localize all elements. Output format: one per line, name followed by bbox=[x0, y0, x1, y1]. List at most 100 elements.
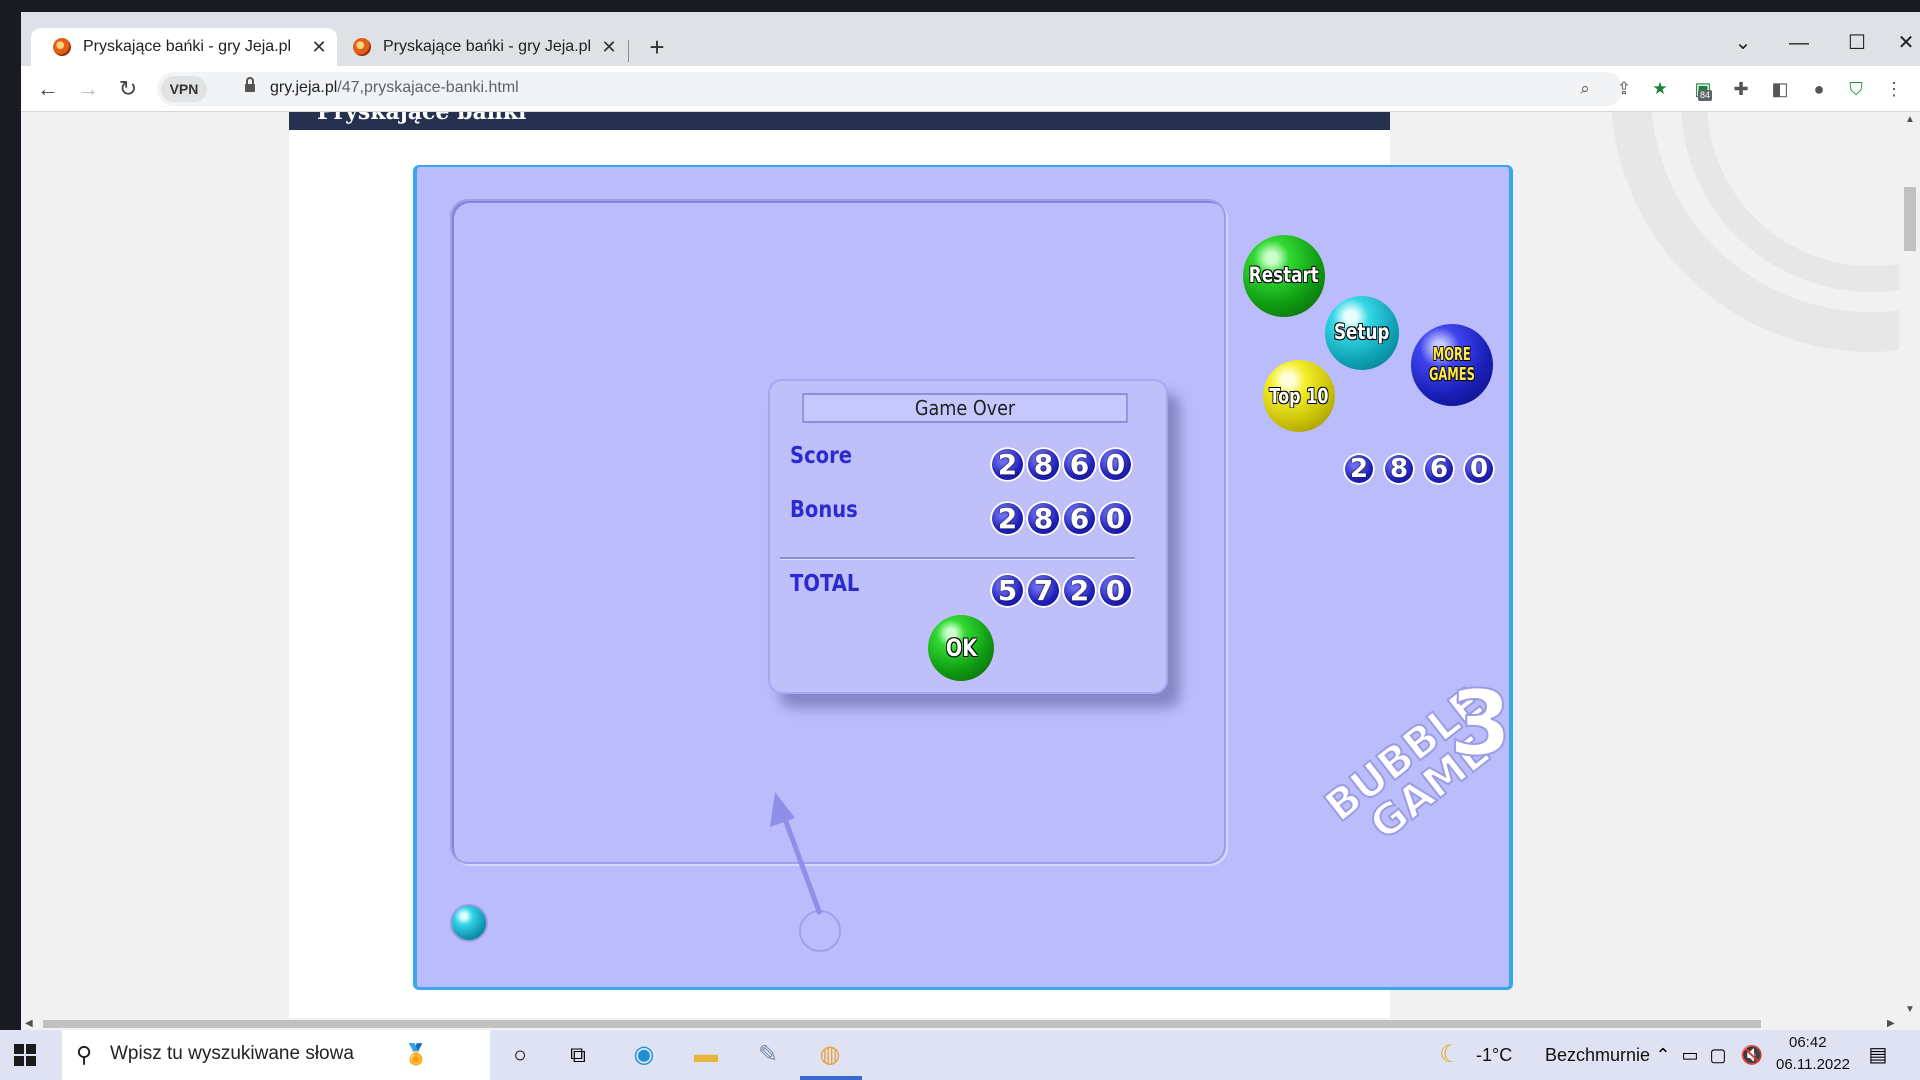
maximize-button[interactable]: ☐ bbox=[1837, 26, 1877, 60]
address-bar[interactable]: VPN gry.jeja.pl/47,pryskajace-banki.html… bbox=[157, 72, 1668, 106]
windows-start-icon[interactable] bbox=[14, 1044, 36, 1066]
share-icon[interactable]: ⇪ bbox=[1612, 77, 1636, 101]
horizontal-scrollbar[interactable]: ◀ ▶ bbox=[21, 1018, 1920, 1030]
weather-moon-icon[interactable]: ☾ bbox=[1432, 1038, 1468, 1072]
logo-number: 3 bbox=[1449, 671, 1509, 776]
digit: 6 bbox=[1423, 453, 1455, 485]
tab-title: Pryskające bańki - gry Jeja.pl bbox=[383, 38, 592, 55]
weather-temperature[interactable]: -1°C bbox=[1476, 1045, 1512, 1066]
volume-muted-icon[interactable]: 🔇 bbox=[1734, 1038, 1770, 1072]
next-bubble bbox=[450, 904, 488, 942]
chrome-browser-icon[interactable]: ◍ bbox=[812, 1038, 848, 1072]
browser-toolbar: ← → ↻ VPN gry.jeja.pl/47,pryskajace-bank… bbox=[21, 66, 1920, 112]
lock-icon[interactable] bbox=[245, 77, 255, 94]
digit: 7 bbox=[1026, 573, 1061, 608]
search-icon: ⚲ bbox=[76, 1042, 93, 1067]
shield-icon[interactable]: ⛉ bbox=[1841, 74, 1871, 104]
ok-label: OK bbox=[945, 633, 977, 662]
url-host: gry.jeja.pl bbox=[270, 79, 338, 96]
vpn-badge[interactable]: VPN bbox=[161, 76, 207, 102]
digit: 8 bbox=[1026, 447, 1061, 482]
menu-kebab-icon[interactable]: ⋮ bbox=[1879, 74, 1909, 104]
url-text[interactable]: gry.jeja.pl/47,pryskajace-banki.html bbox=[270, 79, 519, 97]
more-games-line1: MORE bbox=[1432, 344, 1471, 366]
jeja-favicon-icon bbox=[353, 38, 371, 56]
dialog-title: Game Over bbox=[802, 393, 1128, 423]
vertical-scroll-thumb[interactable] bbox=[1904, 187, 1916, 251]
digit: 5 bbox=[990, 573, 1025, 608]
digit: 8 bbox=[1026, 501, 1061, 536]
tab-search-button[interactable]: ⌄ bbox=[1723, 26, 1763, 60]
digit: 0 bbox=[1098, 501, 1133, 536]
horizontal-scroll-thumb[interactable] bbox=[43, 1020, 1761, 1028]
digit: 2 bbox=[1062, 573, 1097, 608]
back-button[interactable]: ← bbox=[33, 74, 63, 104]
top10-label: Top 10 bbox=[1269, 384, 1329, 408]
browser-window: Pryskające bańki - gry Jeja.pl ✕ Pryskaj… bbox=[21, 12, 1920, 1030]
tab-2[interactable]: Pryskające bańki - gry Jeja.pl ✕ bbox=[331, 28, 627, 66]
digit: 8 bbox=[1383, 453, 1415, 485]
digit: 6 bbox=[1062, 447, 1097, 482]
close-icon[interactable]: ✕ bbox=[309, 37, 329, 57]
edge-browser-icon[interactable]: ◉ bbox=[626, 1038, 662, 1072]
restart-button[interactable]: Restart bbox=[1243, 235, 1325, 317]
windows-taskbar: ⚲ Wpisz tu wyszukiwane słowa 🏅 ○ ⧉ ◉ ▬ ✎… bbox=[0, 1030, 1920, 1080]
notifications-icon[interactable]: ▤ bbox=[1860, 1038, 1896, 1072]
minimize-button[interactable]: — bbox=[1779, 26, 1819, 60]
digit: 2 bbox=[990, 501, 1025, 536]
bookmark-star-icon[interactable]: ★ bbox=[1648, 77, 1672, 101]
close-window-button[interactable]: ✕ bbox=[1893, 26, 1919, 60]
task-view-icon[interactable]: ⧉ bbox=[560, 1038, 596, 1072]
bonus-digits: 2 8 6 0 bbox=[990, 501, 1133, 536]
extension-counter-icon[interactable]: ▣ 84 bbox=[1688, 74, 1718, 104]
extensions-puzzle-icon[interactable]: ✚ bbox=[1726, 74, 1756, 104]
extension-badge: 84 bbox=[1698, 90, 1713, 101]
vertical-scrollbar[interactable]: ▲ ▼ bbox=[1899, 112, 1920, 1018]
scroll-down-icon[interactable]: ▼ bbox=[1905, 1004, 1915, 1015]
tab-1[interactable]: Pryskające bańki - gry Jeja.pl ✕ bbox=[31, 28, 337, 66]
scroll-up-icon[interactable]: ▲ bbox=[1905, 114, 1915, 125]
page-header: Pryskające bańki bbox=[289, 112, 1390, 130]
paint-app-icon[interactable]: ✎ bbox=[750, 1038, 786, 1072]
digit: 2 bbox=[990, 447, 1025, 482]
top10-button[interactable]: Top 10 bbox=[1263, 360, 1335, 432]
active-app-indicator bbox=[800, 1076, 862, 1080]
weather-description[interactable]: Bezchmurnie bbox=[1545, 1045, 1650, 1066]
zoom-icon[interactable]: ⌕ bbox=[1573, 77, 1597, 101]
ok-button[interactable]: OK bbox=[928, 615, 994, 681]
clock-time[interactable]: 06:42 bbox=[1789, 1034, 1827, 1051]
aim-arrow bbox=[770, 792, 823, 915]
meet-now-icon[interactable]: ▢ bbox=[1700, 1038, 1736, 1072]
jeja-favicon-icon bbox=[53, 38, 71, 56]
bonus-label: Bonus bbox=[790, 497, 858, 523]
forward-button[interactable]: → bbox=[73, 74, 103, 104]
search-highlight-icon[interactable]: 🏅 bbox=[398, 1038, 434, 1072]
tab-strip: Pryskające bańki - gry Jeja.pl ✕ Pryskaj… bbox=[21, 12, 1920, 66]
close-icon[interactable]: ✕ bbox=[599, 37, 619, 57]
digit: 2 bbox=[1343, 453, 1375, 485]
more-games-button[interactable]: MORE GAMES bbox=[1411, 324, 1493, 406]
game-canvas[interactable]: Game Over Score 2 8 6 0 Bonus 2 8 6 0 TO… bbox=[413, 165, 1513, 990]
game-over-dialog: Game Over Score 2 8 6 0 Bonus 2 8 6 0 TO… bbox=[768, 379, 1168, 694]
score-label: Score bbox=[790, 443, 853, 469]
cortana-icon[interactable]: ○ bbox=[502, 1038, 538, 1072]
digit: 0 bbox=[1463, 453, 1495, 485]
page-viewport: Pryskające bańki Game Over Score 2 8 6 0… bbox=[21, 112, 1899, 1018]
tab-separator bbox=[628, 40, 629, 62]
dialog-divider bbox=[780, 557, 1135, 559]
clock-date[interactable]: 06.11.2022 bbox=[1776, 1056, 1850, 1073]
restart-label: Restart bbox=[1248, 263, 1320, 288]
more-games-label: MORE GAMES bbox=[1423, 345, 1481, 385]
file-explorer-icon[interactable]: ▬ bbox=[688, 1038, 724, 1072]
reload-button[interactable]: ↻ bbox=[113, 74, 143, 104]
side-panel-icon[interactable]: ◧ bbox=[1765, 74, 1795, 104]
setup-button[interactable]: Setup bbox=[1325, 296, 1399, 370]
scroll-right-icon[interactable]: ▶ bbox=[1887, 1018, 1895, 1029]
url-path: /47,pryskajace-banki.html bbox=[337, 79, 519, 96]
new-tab-button[interactable]: + bbox=[643, 34, 671, 62]
profile-icon[interactable]: ● bbox=[1804, 74, 1834, 104]
side-score-digits: 2 8 6 0 bbox=[1343, 453, 1495, 485]
taskbar-search-box[interactable]: ⚲ Wpisz tu wyszukiwane słowa 🏅 bbox=[62, 1030, 490, 1080]
digit: 6 bbox=[1062, 501, 1097, 536]
scroll-left-icon[interactable]: ◀ bbox=[25, 1018, 33, 1029]
